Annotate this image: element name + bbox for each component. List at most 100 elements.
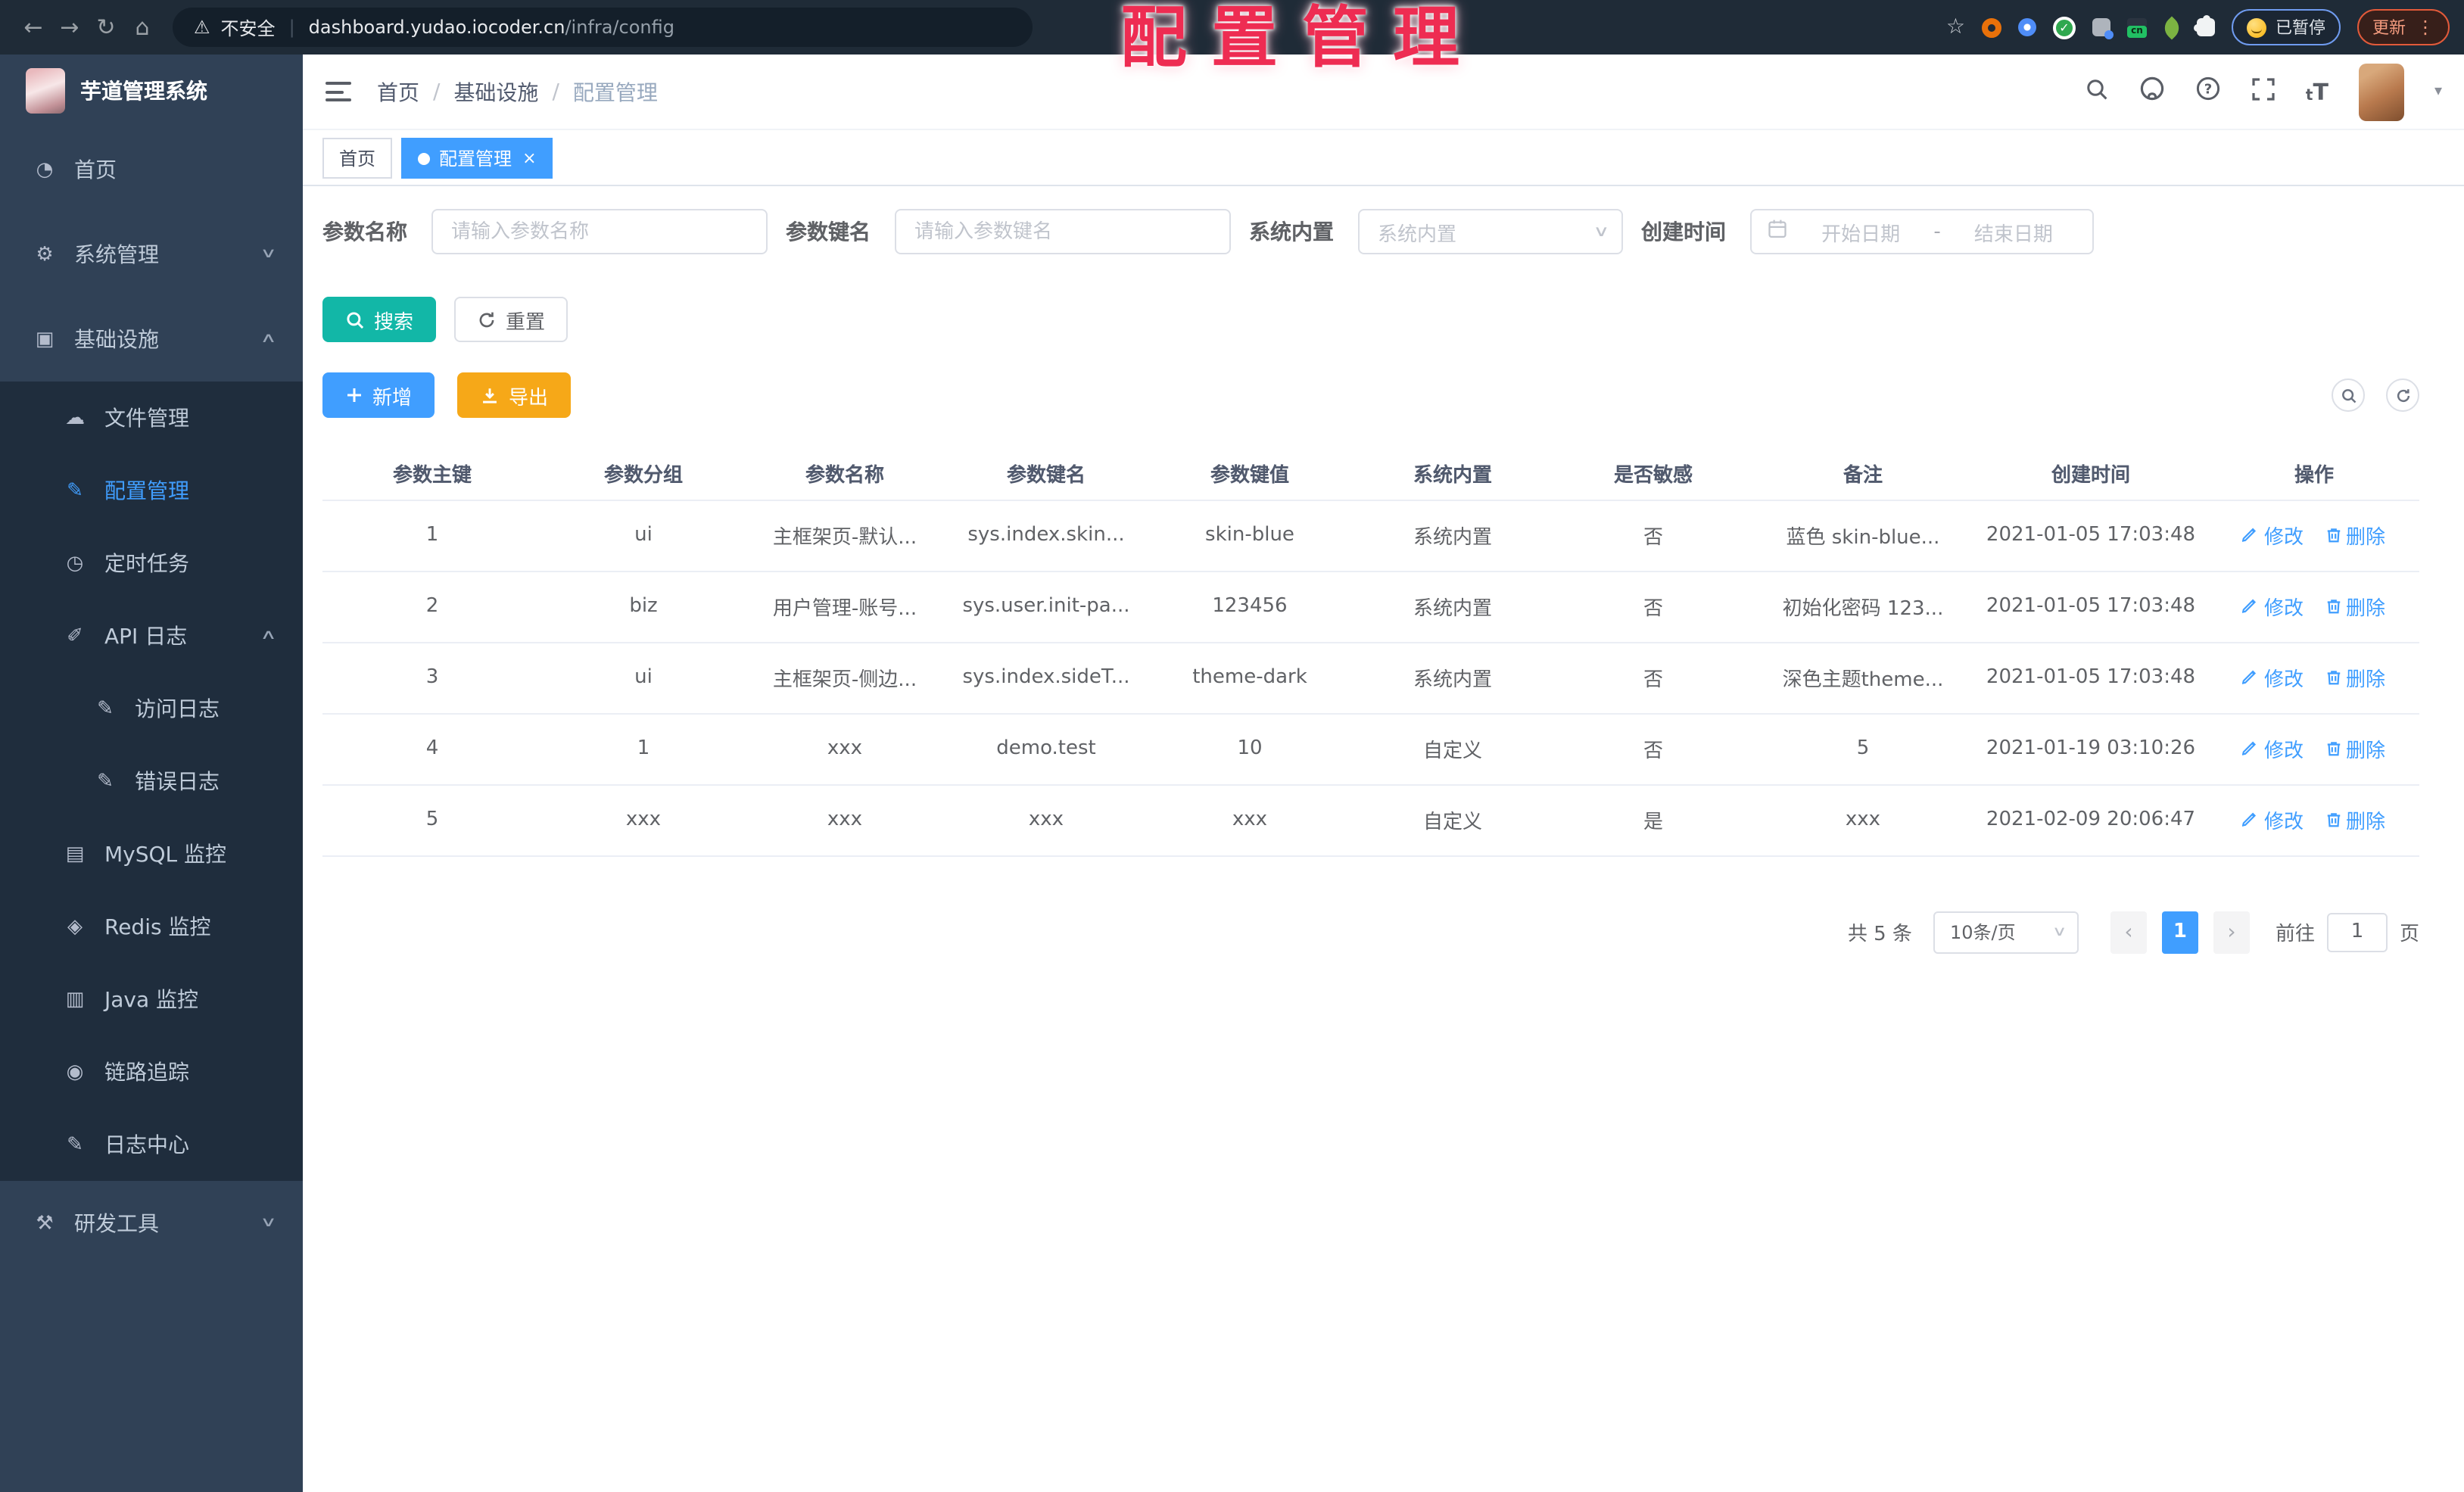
address-divider: | [288,17,295,38]
not-secure-warning-icon: ⚠ [194,17,210,38]
param-key-input[interactable] [895,209,1231,254]
app-logo: 芋道管理系统 [0,55,303,127]
sidebar-item-redis-monitor[interactable]: ◈ Redis 监控 [0,890,303,963]
extension-cn-icon[interactable]: cn [2127,17,2147,37]
delete-button[interactable]: 删除 [2325,663,2385,692]
extension-check-icon[interactable]: ✓ [2053,16,2076,39]
browser-forward-icon[interactable]: → [51,8,88,47]
close-icon[interactable]: × [522,148,536,168]
main-area: 首页 / 基础设施 / 配置管理 ? tT ▾ 首页 配置管理 × 参数名称 请… [303,55,2464,1492]
breadcrumb-separator: / [552,79,559,104]
logo-avatar [26,68,65,114]
table-row: 4 1 xxx demo.test 10 自定义否 5 2021-01-19 03:10:26… [322,713,2419,785]
extension-pin-icon[interactable] [2018,18,2036,36]
breadcrumb-home[interactable]: 首页 [377,76,419,107]
prev-page-button[interactable]: ‹ [2110,911,2147,953]
pagination: 共 5 条 10条/页 ∨ ‹ 1 › 前往 页 [322,911,2419,953]
search-buttons-row: 搜索 重置 [322,297,2419,342]
builtin-select[interactable]: 系统内置 ∨ [1358,209,1623,254]
chevron-down-icon[interactable]: ▾ [2434,83,2442,100]
calendar-icon [1767,218,1788,245]
delete-button[interactable]: 删除 [2325,521,2385,550]
sidebar-item-log-center[interactable]: ✎ 日志中心 [0,1108,303,1181]
search-icon[interactable] [2085,76,2109,107]
chevron-up-icon: ∧ [260,332,278,347]
app-title: 芋道管理系统 [80,80,207,104]
goto-page-input[interactable] [2326,912,2388,952]
param-name-input[interactable] [431,209,768,254]
sidebar-item-api-logs[interactable]: ✐ API 日志 ∧ [0,600,303,672]
page-number-1[interactable]: 1 [2161,911,2198,953]
user-avatar[interactable] [2358,63,2404,120]
java-monitor-icon: ▥ [65,988,85,1011]
refresh-icon[interactable] [2386,378,2419,412]
export-button[interactable]: 导出 [457,372,572,418]
tags-view-bar: 首页 配置管理 × [303,130,2464,186]
edit-button[interactable]: 修改 [2242,663,2304,692]
edit-button[interactable]: 修改 [2242,592,2304,621]
add-button[interactable]: 新增 [322,372,435,418]
paused-label: 已暂停 [2276,18,2325,38]
extensions-puzzle-icon[interactable] [2194,15,2215,36]
page-content: 参数名称 参数键名 系统内置 系统内置 ∨ [303,186,2464,1492]
tab-home[interactable]: 首页 [322,138,393,179]
col-header-remark: 备注 [1753,448,1973,500]
date-separator: - [1933,220,1941,243]
param-key-label: 参数键名 [786,221,871,245]
paused-status-pill[interactable]: 已暂停 [2232,9,2341,45]
sidebar-item-scheduled-tasks[interactable]: ◷ 定时任务 [0,527,303,600]
reset-button[interactable]: 重置 [454,297,568,342]
browser-home-icon[interactable]: ⌂ [124,8,160,47]
search-button[interactable]: 搜索 [322,297,437,342]
sidebar-item-java-monitor[interactable]: ▥ Java 监控 [0,963,303,1036]
tab-config-management[interactable]: 配置管理 × [401,138,553,179]
sidebar-item-config-management[interactable]: ✎ 配置管理 [0,454,303,527]
gear-icon: ⚙ [36,243,54,266]
kebab-menu-icon[interactable]: ⋮ [2416,17,2434,38]
sidebar-item-error-logs[interactable]: ✎ 错误日志 [0,745,303,818]
browser-back-icon[interactable]: ← [15,8,51,47]
browser-toolbar: ← → ↻ ⌂ ⚠ 不安全 | dashboard.yudao.iocoder.… [0,0,2464,55]
delete-button[interactable]: 删除 [2325,592,2385,621]
browser-reload-icon[interactable]: ↻ [88,8,124,47]
edit-button[interactable]: 修改 [2242,805,2304,834]
fullscreen-icon[interactable] [2251,76,2276,107]
sidebar-item-dev-tools[interactable]: ⚒ 研发工具 ∨ [0,1181,303,1266]
delete-button[interactable]: 删除 [2325,734,2385,763]
edit-button[interactable]: 修改 [2242,521,2304,550]
extension-orange-icon[interactable] [1982,17,2001,37]
delete-button[interactable]: 删除 [2325,805,2385,834]
page-size-select[interactable]: 10条/页 ∨ [1933,911,2079,953]
sidebar-item-trace[interactable]: ◉ 链路追踪 [0,1036,303,1108]
edit-button[interactable]: 修改 [2242,734,2304,763]
cloud-icon: ☁ [65,406,85,429]
chevron-down-icon: ∨ [1592,223,1609,240]
hamburger-menu-icon[interactable] [326,82,351,101]
help-icon[interactable]: ? [2195,76,2221,107]
toggle-search-icon[interactable] [2332,378,2365,412]
sidebar-item-home[interactable]: ◔ 首页 [0,127,303,212]
screenshot-stage: ← → ↻ ⌂ ⚠ 不安全 | dashboard.yudao.iocoder.… [0,0,2464,1492]
chevron-down-icon: ∨ [260,247,278,262]
sidebar-item-file-management[interactable]: ☁ 文件管理 [0,382,303,454]
sidebar: 芋道管理系统 ◔ 首页 ⚙ 系统管理 ∨ ▣ 基础设施 ∧ ☁ 文件管理 ✎ 配… [0,55,303,1492]
bookmark-star-icon[interactable]: ☆ [1946,15,1965,39]
date-range-picker[interactable]: 开始日期 - 结束日期 [1750,209,2094,254]
table-row: 5 xxx xxx xxx xxx 自定义是 xxx 2021-02-09 20:06:47 … [322,784,2419,856]
sidebar-item-mysql-monitor[interactable]: ▤ MySQL 监控 [0,818,303,890]
extension-droplet-icon[interactable] [2092,18,2114,39]
next-page-button[interactable]: › [2213,911,2250,953]
address-bar[interactable]: ⚠ 不安全 | dashboard.yudao.iocoder.cn/infra… [173,8,1033,47]
font-size-icon[interactable]: tT [2306,78,2328,105]
browser-extensions-area: ☆ ✓ cn 已暂停 更新 ⋮ [1946,9,2450,45]
github-icon[interactable] [2139,76,2165,107]
breadcrumb-separator: / [433,79,441,104]
table-row: 1 ui 主框架页-默认... sys.index.skin... skin-blue 系… [322,500,2419,572]
breadcrumb-infrastructure[interactable]: 基础设施 [453,76,538,107]
sidebar-item-system-management[interactable]: ⚙ 系统管理 ∨ [0,212,303,297]
sidebar-item-infrastructure[interactable]: ▣ 基础设施 ∧ [0,297,303,382]
browser-update-button[interactable]: 更新 ⋮ [2357,9,2450,45]
sidebar-item-access-logs[interactable]: ✎ 访问日志 [0,672,303,745]
chevron-down-icon: ∨ [2052,924,2068,939]
extension-leaf-icon[interactable] [2160,15,2184,39]
